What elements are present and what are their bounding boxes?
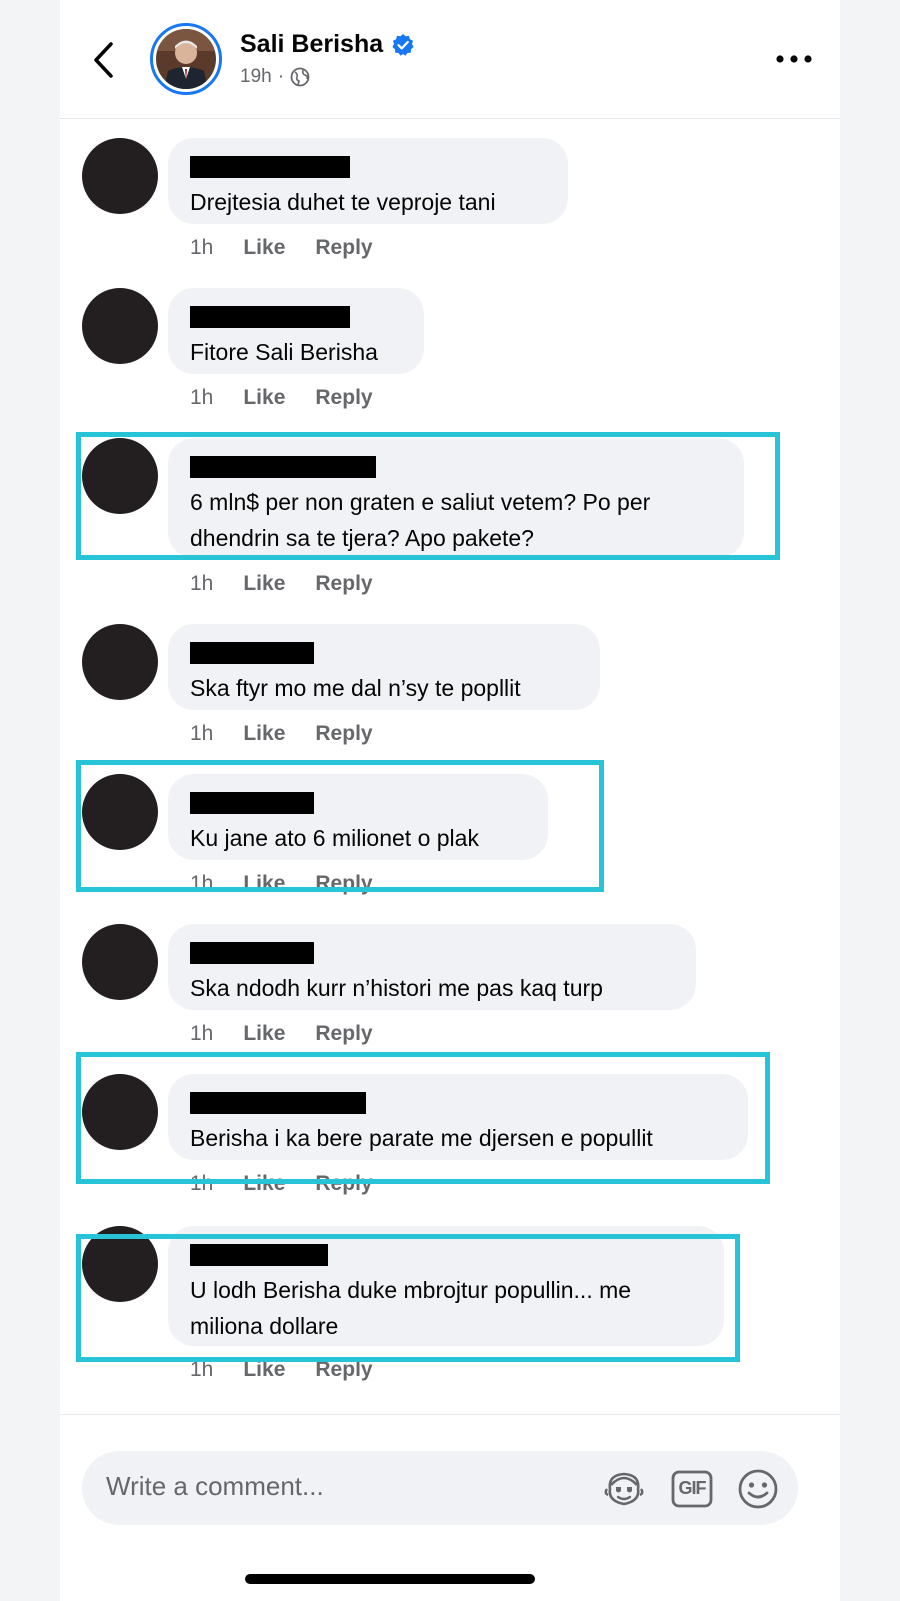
back-button[interactable] bbox=[88, 40, 118, 80]
redacted-name bbox=[190, 642, 314, 664]
commenter-avatar[interactable] bbox=[82, 288, 158, 364]
post-time[interactable]: 19h bbox=[240, 66, 272, 88]
page-avatar[interactable] bbox=[150, 23, 222, 95]
comment-bubble[interactable]: Ska ndodh kurr n’histori me pas kaq turp bbox=[168, 924, 696, 1010]
comment-bubble[interactable]: Ska ftyr mo me dal n’sy te popllit bbox=[168, 624, 600, 710]
post-meta: 19h · bbox=[240, 66, 310, 88]
gif-label: GIF bbox=[678, 1478, 707, 1498]
commenter-avatar[interactable] bbox=[82, 138, 158, 214]
like-button[interactable]: Like bbox=[243, 236, 285, 260]
chevron-left-icon bbox=[94, 42, 113, 78]
comment-text: Drejtesia duhet te veproje tani bbox=[190, 189, 496, 215]
comment-actions: 1h Like Reply bbox=[190, 386, 373, 410]
comment-time[interactable]: 1h bbox=[190, 1022, 213, 1046]
like-button[interactable]: Like bbox=[243, 722, 285, 746]
commenter-avatar[interactable] bbox=[82, 924, 158, 1000]
comment-time[interactable]: 1h bbox=[190, 572, 213, 596]
like-button[interactable]: Like bbox=[243, 572, 285, 596]
page-name-row: Sali Berisha bbox=[240, 30, 415, 59]
reply-button[interactable]: Reply bbox=[315, 236, 372, 260]
reply-button[interactable]: Reply bbox=[315, 572, 372, 596]
comment-bubble[interactable]: Fitore Sali Berisha bbox=[168, 288, 424, 374]
comment-composer-bar: Write a comment... GIF bbox=[60, 1414, 840, 1601]
comment-time[interactable]: 1h bbox=[190, 236, 213, 260]
comment-bubble[interactable]: Drejtesia duhet te veproje tani bbox=[168, 138, 568, 224]
comment-time[interactable]: 1h bbox=[190, 386, 213, 410]
comment-text: Ska ftyr mo me dal n’sy te popllit bbox=[190, 675, 521, 701]
commenter-avatar[interactable] bbox=[82, 624, 158, 700]
reply-button[interactable]: Reply bbox=[315, 722, 372, 746]
meta-separator: · bbox=[277, 66, 285, 87]
reply-button[interactable]: Reply bbox=[315, 386, 372, 410]
highlight-box bbox=[76, 432, 780, 560]
more-options-button[interactable] bbox=[774, 44, 814, 74]
page-name[interactable]: Sali Berisha bbox=[240, 30, 383, 59]
reply-button[interactable]: Reply bbox=[315, 1022, 372, 1046]
like-button[interactable]: Like bbox=[243, 1022, 285, 1046]
like-button[interactable]: Like bbox=[243, 386, 285, 410]
redacted-name bbox=[190, 156, 350, 178]
comment-actions: 1h Like Reply bbox=[190, 572, 373, 596]
redacted-name bbox=[190, 942, 314, 964]
gif-icon[interactable]: GIF bbox=[670, 1467, 714, 1511]
verified-badge-icon bbox=[392, 33, 414, 56]
post-comments-screen: Sali Berisha 19h · Drejtesia duhet te ve… bbox=[60, 0, 840, 1601]
comment-composer[interactable]: Write a comment... GIF bbox=[82, 1451, 798, 1525]
comment-actions: 1h Like Reply bbox=[190, 722, 373, 746]
more-icon bbox=[776, 55, 812, 63]
comment-time[interactable]: 1h bbox=[190, 722, 213, 746]
profile-photo bbox=[156, 29, 216, 89]
comment-actions: 1h Like Reply bbox=[190, 1022, 373, 1046]
globe-icon bbox=[290, 67, 310, 87]
highlight-box bbox=[76, 1234, 740, 1362]
comment-input[interactable]: Write a comment... bbox=[106, 1471, 324, 1502]
highlight-box bbox=[76, 760, 604, 892]
emoji-icon[interactable] bbox=[736, 1467, 780, 1511]
comment-text: Fitore Sali Berisha bbox=[190, 339, 378, 365]
post-header: Sali Berisha 19h · bbox=[60, 0, 840, 119]
redacted-name bbox=[190, 306, 350, 328]
comment-actions: 1h Like Reply bbox=[190, 236, 373, 260]
home-indicator[interactable] bbox=[245, 1574, 535, 1584]
avatar-sticker-icon[interactable] bbox=[602, 1467, 646, 1511]
highlight-box bbox=[76, 1052, 770, 1184]
comment-text: Ska ndodh kurr n’histori me pas kaq turp bbox=[190, 975, 603, 1001]
